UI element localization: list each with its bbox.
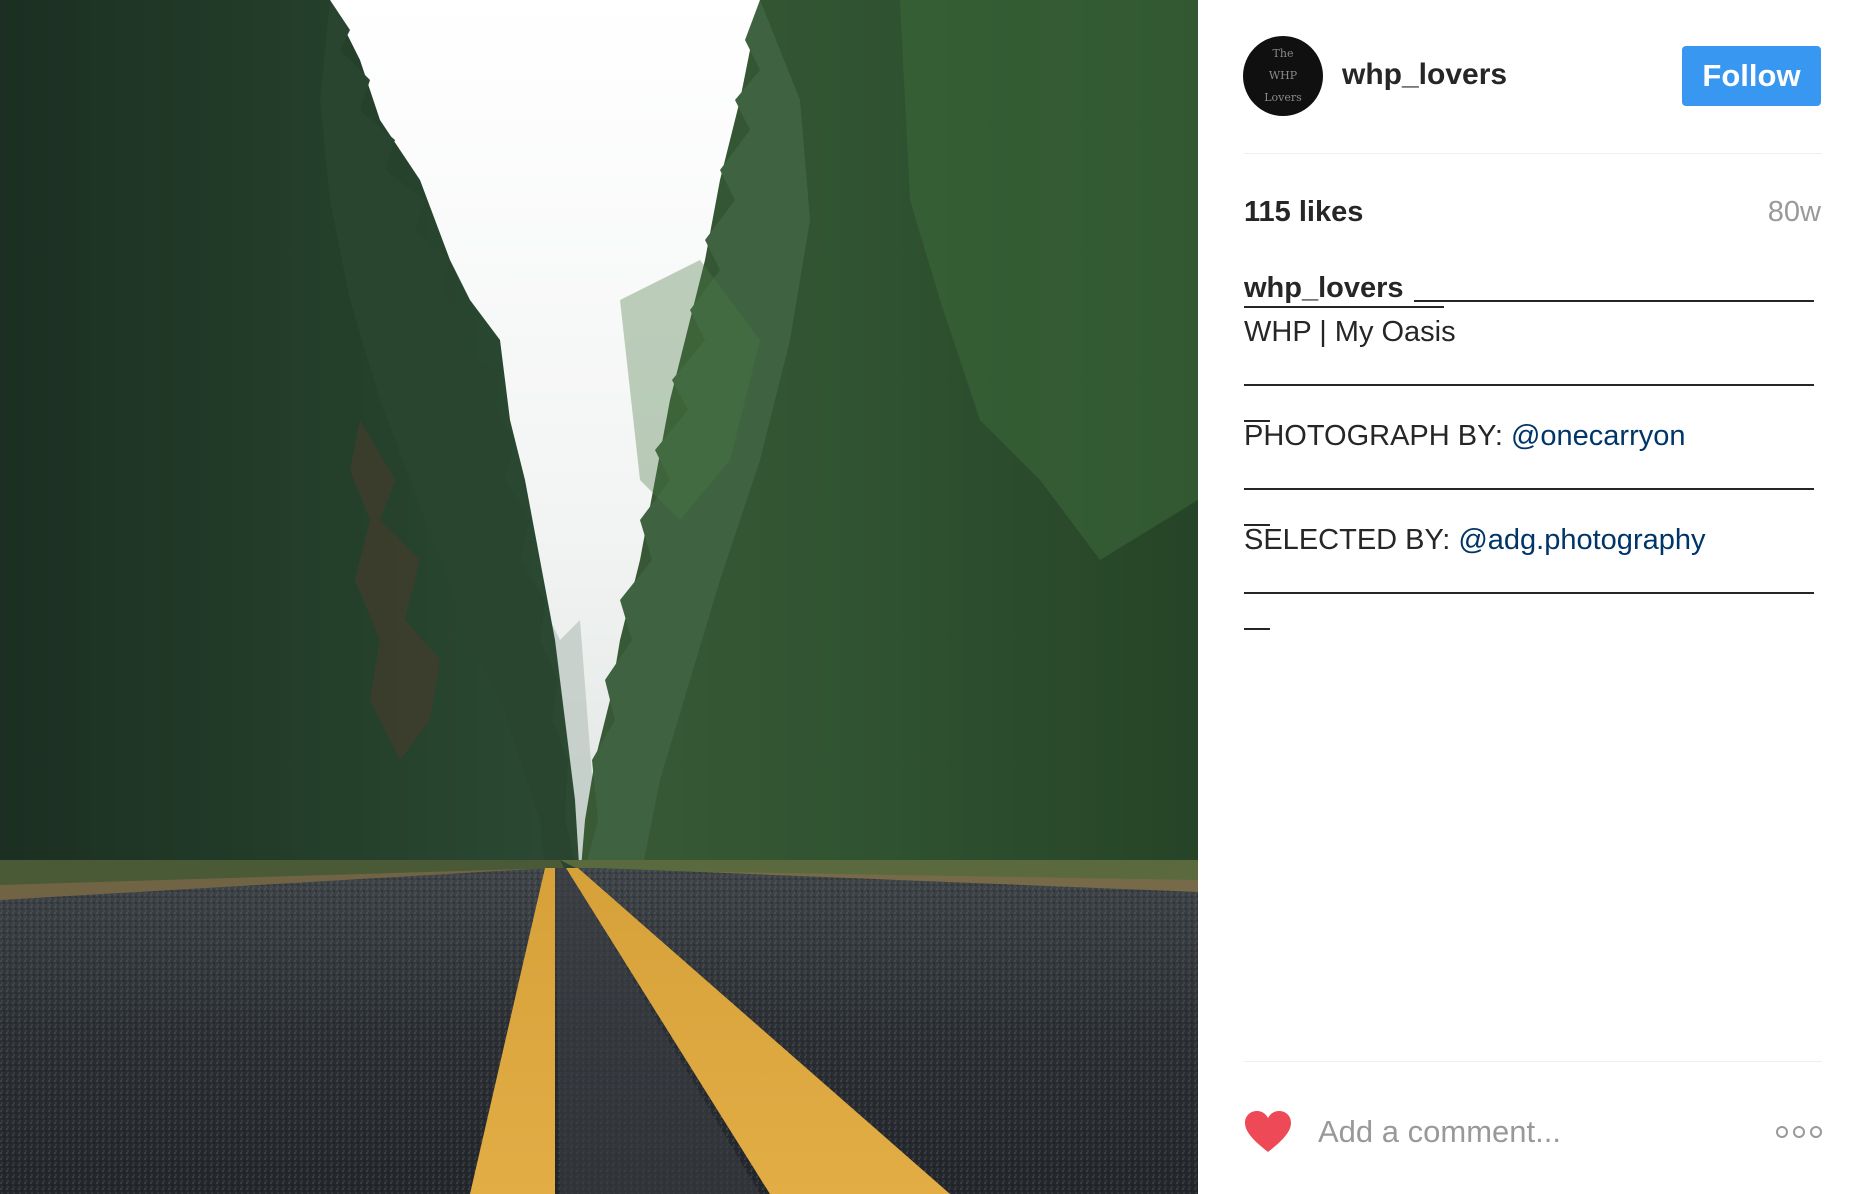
caption-photographer-line: PHOTOGRAPH BY: @onecarryon bbox=[1244, 418, 1814, 454]
caption-rule-short bbox=[1244, 628, 1270, 630]
more-options-icon[interactable] bbox=[1774, 1122, 1824, 1142]
post-side-panel: The WHP Lovers whp_lovers Follow 115 lik… bbox=[1198, 0, 1864, 1194]
post-photo[interactable] bbox=[0, 0, 1198, 1194]
forest-road-photo bbox=[0, 0, 1198, 1194]
heart-icon[interactable] bbox=[1244, 1110, 1292, 1154]
photographer-label: PHOTOGRAPH BY: bbox=[1244, 420, 1511, 452]
caption-rule bbox=[1244, 488, 1814, 490]
caption-rule-short bbox=[1244, 306, 1444, 308]
comment-input[interactable] bbox=[1318, 1108, 1748, 1156]
avatar[interactable]: The WHP Lovers bbox=[1243, 36, 1323, 116]
follow-button[interactable]: Follow bbox=[1682, 46, 1821, 106]
caption-rule bbox=[1244, 384, 1814, 386]
caption-title: WHP | My Oasis bbox=[1244, 316, 1456, 348]
selector-label: SELECTED BY: bbox=[1244, 524, 1459, 556]
caption-selector-line: SELECTED BY: @adg.photography bbox=[1244, 522, 1814, 558]
avatar-text-line: The bbox=[1272, 47, 1294, 60]
header-divider bbox=[1244, 153, 1822, 154]
caption-rule bbox=[1413, 300, 1814, 302]
footer-divider bbox=[1244, 1061, 1822, 1062]
caption-rule bbox=[1244, 592, 1814, 594]
likes-count[interactable]: 115 likes bbox=[1244, 196, 1363, 229]
caption-first-line: whp_lovers bbox=[1244, 270, 1814, 306]
post-caption: whp_lovers WHP | My Oasis PHOTOGRAPH BY:… bbox=[1244, 270, 1814, 630]
username-link[interactable]: whp_lovers bbox=[1342, 58, 1507, 92]
photographer-mention-link[interactable]: @onecarryon bbox=[1511, 420, 1686, 452]
post-header: The WHP Lovers whp_lovers Follow bbox=[1198, 0, 1864, 154]
avatar-text-line: WHP bbox=[1268, 69, 1298, 82]
post-timestamp[interactable]: 80w bbox=[1768, 196, 1821, 229]
post-view: The WHP Lovers whp_lovers Follow 115 lik… bbox=[0, 0, 1864, 1194]
caption-username-link[interactable]: whp_lovers bbox=[1244, 270, 1404, 306]
avatar-text-line: Lovers bbox=[1264, 91, 1302, 104]
selector-mention-link[interactable]: @adg.photography bbox=[1458, 524, 1705, 556]
